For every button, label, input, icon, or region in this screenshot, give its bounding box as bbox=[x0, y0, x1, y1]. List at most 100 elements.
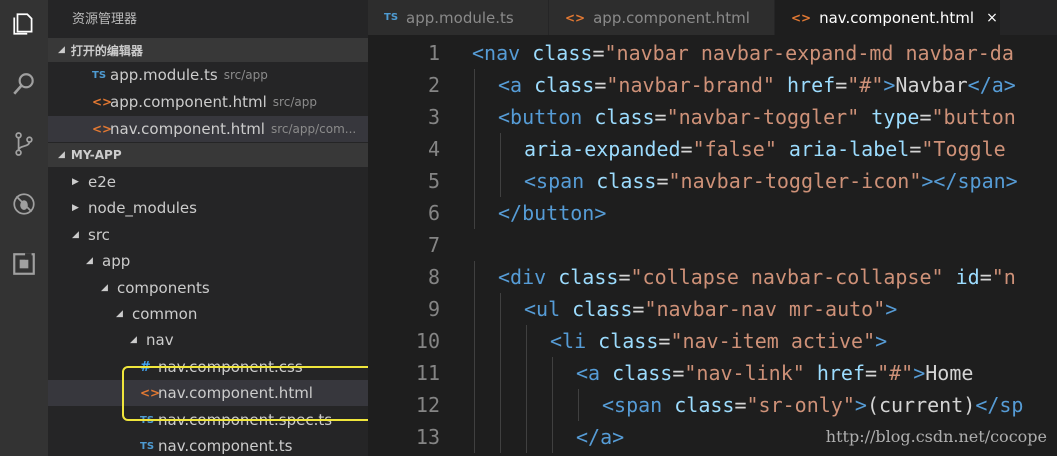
close-icon[interactable]: × bbox=[986, 10, 998, 26]
html-file-icon: <> bbox=[565, 10, 586, 25]
code-line[interactable]: 10 <li class="nav-item active"> bbox=[368, 325, 1057, 357]
indent-guide bbox=[552, 389, 553, 421]
open-editor-name: app.module.ts bbox=[110, 66, 218, 84]
code-token: class bbox=[534, 73, 595, 97]
explorer-icon[interactable] bbox=[0, 6, 48, 42]
code-token: "navbar-nav mr-auto" bbox=[644, 297, 886, 321]
code-text: <nav class="navbar navbar-expand-md navb… bbox=[472, 37, 1014, 69]
tree-file-name: nav.component.spec.ts bbox=[158, 411, 333, 429]
tree-folder[interactable]: ▶ node_modules bbox=[48, 195, 368, 221]
code-token: "nav-link" bbox=[684, 361, 817, 385]
code-line[interactable]: 11 <a class="nav-link" href="#">Home bbox=[368, 357, 1057, 389]
tree-file[interactable]: TS nav.component.spec.ts bbox=[48, 407, 368, 433]
tree-folder[interactable]: ◢ nav bbox=[48, 327, 368, 353]
line-number: 6 bbox=[427, 201, 440, 225]
code-token: "Toggle bbox=[921, 137, 1006, 161]
code-line[interactable]: 1 <nav class="navbar navbar-expand-md nav… bbox=[368, 37, 1057, 69]
line-number: 1 bbox=[427, 41, 440, 65]
code-line[interactable]: 8 <div class="collapse navbar-collapse" i… bbox=[368, 261, 1057, 293]
code-line[interactable]: 7 bbox=[368, 229, 1057, 261]
code-token: <div bbox=[498, 265, 559, 289]
watermark: http://blog.csdn.net/cocope bbox=[825, 427, 1047, 446]
code-line[interactable]: 3 <button class="navbar-toggler" type="bu… bbox=[368, 101, 1057, 133]
tree-folder[interactable]: ◢ components bbox=[48, 275, 368, 301]
tree-folder[interactable]: ◢ common bbox=[48, 301, 368, 327]
indent-guide bbox=[500, 293, 501, 325]
html-file-icon: <> bbox=[92, 122, 113, 136]
code-line[interactable]: 12 <span class="sr-only">(current)</sp bbox=[368, 389, 1057, 421]
code-token: > bbox=[875, 329, 888, 353]
tree-folder[interactable]: ◢ src bbox=[48, 222, 368, 248]
code-token: class bbox=[596, 169, 657, 193]
line-number: 2 bbox=[427, 73, 440, 97]
debug-icon[interactable] bbox=[0, 186, 48, 222]
editor-tabs: TS app.module.ts <> app.component.html <… bbox=[368, 0, 1057, 35]
open-editor-path: src/app/com... bbox=[270, 122, 357, 136]
chevron-down-icon: ◢ bbox=[58, 45, 65, 55]
tree-file-selected[interactable]: <> nav.component.html bbox=[48, 380, 368, 406]
tree-file-name: nav.component.css bbox=[158, 358, 303, 376]
indent-guide bbox=[474, 133, 475, 165]
code-token: = bbox=[592, 41, 605, 65]
tree-file-name: nav.component.ts bbox=[158, 437, 293, 455]
code-line[interactable]: 9 <ul class="navbar-nav mr-auto"> bbox=[368, 293, 1057, 325]
line-number: 12 bbox=[415, 393, 440, 417]
code-editor[interactable]: 1 <nav class="navbar navbar-expand-md nav… bbox=[368, 35, 1057, 456]
chevron-down-icon: ◢ bbox=[86, 256, 93, 266]
html-file-icon: <> bbox=[791, 10, 812, 25]
indent-guide bbox=[500, 165, 501, 197]
tree-file[interactable]: # nav.component.css bbox=[48, 354, 368, 380]
code-token: "#" bbox=[847, 73, 884, 97]
open-editor-name: nav.component.html bbox=[110, 120, 265, 138]
code-token: Navbar bbox=[895, 73, 968, 97]
tab-app-module[interactable]: TS app.module.ts bbox=[368, 0, 549, 35]
code-token: <nav bbox=[472, 41, 533, 65]
code-token: class bbox=[572, 297, 633, 321]
code-token: class bbox=[674, 393, 735, 417]
tree-folder[interactable]: ▶ e2e bbox=[48, 169, 368, 195]
code-text: </a> bbox=[576, 421, 624, 453]
extensions-icon[interactable] bbox=[0, 246, 48, 282]
code-token: > bbox=[885, 297, 898, 321]
open-editor-item[interactable]: TS app.module.ts src/app bbox=[48, 62, 368, 88]
typescript-file-icon: TS bbox=[92, 69, 107, 81]
code-token: = bbox=[835, 73, 848, 97]
code-line[interactable]: 4 aria-expanded="false" aria-label="Toggl… bbox=[368, 133, 1057, 165]
explorer-sidebar: 资源管理器 ◢ 打开的编辑器 TS app.module.ts src/app … bbox=[48, 0, 368, 456]
code-token: "navbar-brand" bbox=[606, 73, 788, 97]
search-icon[interactable] bbox=[0, 66, 48, 102]
html-file-icon: <> bbox=[140, 386, 161, 400]
source-control-icon[interactable] bbox=[0, 126, 48, 162]
project-header[interactable]: ◢ MY-APP bbox=[48, 143, 368, 167]
tab-nav-component[interactable]: <> nav.component.html × bbox=[775, 0, 1001, 35]
css-file-icon: # bbox=[140, 359, 151, 375]
code-token: > bbox=[854, 393, 867, 417]
tree-folder[interactable]: ◢ app bbox=[48, 248, 368, 274]
tree-file[interactable]: TS nav.component.ts bbox=[48, 433, 368, 456]
line-number: 4 bbox=[427, 137, 440, 161]
sidebar-title: 资源管理器 bbox=[72, 12, 138, 27]
tab-app-component[interactable]: <> app.component.html bbox=[549, 0, 775, 35]
code-token: "button bbox=[931, 105, 1016, 129]
code-text: </button> bbox=[498, 197, 606, 229]
indent-guide bbox=[474, 69, 475, 101]
code-token: href bbox=[816, 361, 866, 385]
code-token: aria-label bbox=[788, 137, 910, 161]
open-editors-header[interactable]: ◢ 打开的编辑器 bbox=[48, 38, 368, 62]
code-token: class bbox=[558, 265, 619, 289]
code-line[interactable]: 5 <span class="navbar-toggler-icon"></spa… bbox=[368, 165, 1057, 197]
code-token: </sp bbox=[975, 393, 1024, 417]
indent-guide bbox=[526, 325, 527, 357]
code-token: <span bbox=[602, 393, 675, 417]
code-line[interactable]: 2 <a class="navbar-brand" href="#">Navbar… bbox=[368, 69, 1057, 101]
code-token: "#" bbox=[877, 361, 914, 385]
code-token: = bbox=[658, 329, 671, 353]
code-token: <button bbox=[498, 105, 595, 129]
open-editor-item-active[interactable]: <> nav.component.html src/app/com... bbox=[48, 116, 368, 142]
open-editor-item[interactable]: <> app.component.html src/app bbox=[48, 89, 368, 115]
code-token: id bbox=[955, 265, 980, 289]
code-line[interactable]: 6 </button> bbox=[368, 197, 1057, 229]
code-token: ></span> bbox=[921, 169, 1018, 193]
code-token: <ul bbox=[524, 297, 573, 321]
code-token: = bbox=[919, 105, 932, 129]
